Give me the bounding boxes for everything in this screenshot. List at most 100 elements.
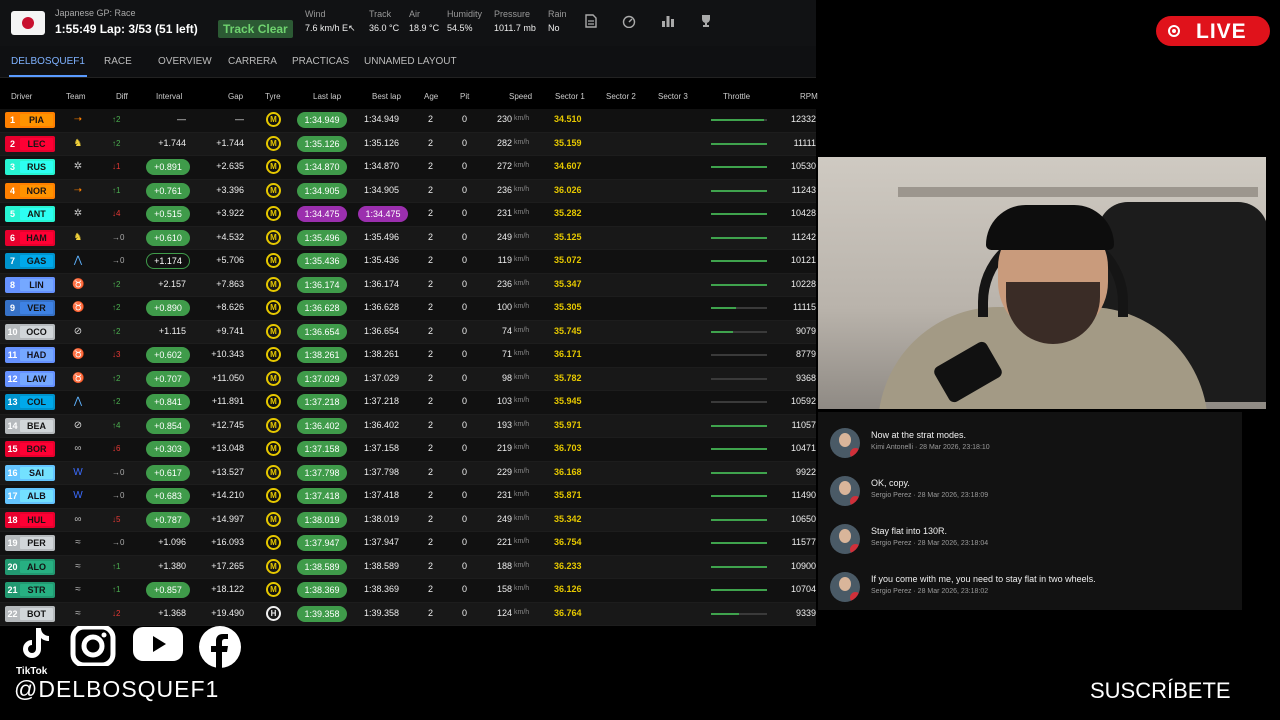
table-row[interactable]: 7 GAS ⋀ →0 +1.174 +5.706 M 1:35.436 1:35…	[0, 250, 816, 274]
rpm-cell: 10650	[790, 513, 816, 524]
best-lap-cell: 1:34.870	[364, 161, 400, 171]
driver-position-badge[interactable]: 1 PIA	[5, 112, 55, 128]
table-row[interactable]: 20 ALO ≈ ↑1 +1.380 +17.265 M 1:38.589 1:…	[0, 555, 816, 579]
table-row[interactable]: 2 LEC ♞ ↑2 +1.744 +1.744 M 1:35.126 1:35…	[0, 132, 816, 156]
last-lap-cell: 1:37.418	[297, 488, 347, 504]
tab-unnamed-layout[interactable]: UNNAMED LAYOUT	[364, 56, 457, 67]
col-sector-3[interactable]: Sector 3	[658, 92, 688, 101]
table-row[interactable]: 5 ANT ✲ ↓4 +0.515 +3.922 M 1:34.475 1:34…	[0, 203, 816, 227]
driver-position-badge[interactable]: 19 PER	[5, 535, 55, 551]
col-rpm[interactable]: RPM	[800, 92, 818, 101]
driver-position-badge[interactable]: 11 HAD	[5, 347, 55, 363]
gap-cell: +14.997	[211, 513, 244, 524]
driver-position-badge[interactable]: 4 NOR	[5, 182, 55, 199]
driver-position-badge[interactable]: 10 OCO	[5, 323, 55, 340]
table-row[interactable]: 17 ALB W →0 +0.683 +14.210 M 1:37.418 1:…	[0, 485, 816, 509]
tyre-compound-icon: M	[266, 323, 281, 339]
radio-message[interactable]: Now at the strat modes. Kimi Antonelli ·…	[830, 426, 1230, 466]
table-row[interactable]: 8 LIN ♉ ↑2 +2.157 +7.863 M 1:36.174 1:36…	[0, 273, 816, 297]
gap-cell: +5.706	[216, 255, 244, 265]
weather-pressure: Pressure 1011.7 mb	[494, 9, 536, 33]
sector-1-cell: 35.342	[554, 513, 582, 524]
driver-position-badge[interactable]: 20 ALO	[5, 558, 55, 575]
driver-position-badge[interactable]: 6 HAM	[5, 229, 55, 246]
col-sector-2[interactable]: Sector 2	[606, 92, 636, 101]
rpm-cell: 10428	[790, 208, 816, 218]
driver-code: STR	[20, 584, 53, 596]
interval-cell: +1.744	[158, 137, 186, 148]
driver-position-badge[interactable]: 17 ALB	[5, 488, 55, 504]
youtube-icon[interactable]	[132, 626, 184, 669]
driver-position-badge[interactable]: 9 VER	[5, 300, 55, 316]
interval-cell: +0.890	[146, 300, 190, 316]
driver-position-badge[interactable]: 16 SAI	[5, 464, 55, 481]
driver-code: ANT	[20, 208, 53, 220]
table-row[interactable]: 1 PIA ➝ ↑2 — — M 1:34.949 1:34.949 2 0 2…	[0, 109, 816, 133]
table-row[interactable]: 11 HAD ♉ ↓3 +0.602 +10.343 M 1:38.261 1:…	[0, 344, 816, 368]
table-row[interactable]: 9 VER ♉ ↑2 +0.890 +8.626 M 1:36.628 1:36…	[0, 297, 816, 321]
table-row[interactable]: 16 SAI W →0 +0.617 +13.527 M 1:37.798 1:…	[0, 461, 816, 485]
subscribe-text[interactable]: SUSCRÍBETE	[1090, 678, 1231, 704]
driver-position-badge[interactable]: 8 LIN	[5, 276, 55, 293]
col-tyre[interactable]: Tyre	[265, 92, 281, 101]
radio-message[interactable]: If you come with me, you need to stay fl…	[830, 570, 1230, 610]
col-sector-1[interactable]: Sector 1	[555, 92, 585, 101]
facebook-icon[interactable]	[196, 626, 244, 673]
table-row[interactable]: 14 BEA ⊘ ↑4 +0.854 +12.745 M 1:36.402 1:…	[0, 414, 816, 438]
tab-practicas[interactable]: PRACTICAS	[292, 56, 349, 67]
table-row[interactable]: 21 STR ≈ ↑1 +0.857 +18.122 M 1:38.369 1:…	[0, 579, 816, 603]
bar-chart-icon[interactable]	[661, 14, 675, 28]
radio-message[interactable]: Stay flat into 130R. Sergio Perez · 28 M…	[830, 522, 1230, 562]
last-lap-cell: 1:38.261	[297, 347, 347, 363]
col-gap[interactable]: Gap	[228, 92, 243, 101]
driver-position-badge[interactable]: 22 BOT	[5, 605, 55, 622]
table-row[interactable]: 15 BOR ∞ ↓6 +0.303 +13.048 M 1:37.158 1:…	[0, 438, 816, 462]
trophy-icon[interactable]	[699, 14, 713, 28]
table-row[interactable]: 13 COL ⋀ ↑2 +0.841 +11.891 M 1:37.218 1:…	[0, 391, 816, 415]
driver-position-badge[interactable]: 13 COL	[5, 394, 55, 410]
col-age[interactable]: Age	[424, 92, 438, 101]
table-row[interactable]: 12 LAW ♉ ↑2 +0.707 +11.050 M 1:37.029 1:…	[0, 367, 816, 391]
table-row[interactable]: 6 HAM ♞ →0 +0.610 +4.532 M 1:35.496 1:35…	[0, 226, 816, 250]
col-last-lap[interactable]: Last lap	[313, 92, 341, 101]
speed-unit: km/h	[514, 444, 530, 451]
tab-delbosquef1[interactable]: DELBOSQUEF1	[9, 56, 87, 77]
speedometer-icon[interactable]	[622, 14, 636, 29]
col-pit[interactable]: Pit	[460, 92, 469, 101]
radio-message[interactable]: OK, copy. Sergio Perez · 28 Mar 2026, 23…	[830, 474, 1230, 514]
tab-carrera[interactable]: CARRERA	[228, 56, 277, 67]
bull-icon: ♉	[72, 278, 85, 290]
col-diff[interactable]: Diff	[116, 92, 128, 101]
col-best-lap[interactable]: Best lap	[372, 92, 401, 101]
col-speed[interactable]: Speed	[509, 92, 532, 101]
driver-position-badge[interactable]: 5 ANT	[5, 206, 55, 222]
col-interval[interactable]: Interval	[156, 92, 182, 101]
driver-position-badge[interactable]: 12 LAW	[5, 370, 55, 387]
tyre-compound-icon: M	[266, 441, 281, 456]
col-team[interactable]: Team	[66, 92, 86, 101]
driver-position-badge[interactable]: 18 HUL	[5, 511, 55, 528]
table-row[interactable]: 4 NOR ➝ ↑1 +0.761 +3.396 M 1:34.905 1:34…	[0, 179, 816, 203]
table-row[interactable]: 19 PER ≈ →0 +1.096 +16.093 M 1:37.947 1:…	[0, 532, 816, 556]
driver-position-badge[interactable]: 3 RUS	[5, 159, 55, 175]
sector-1-cell: 35.282	[554, 208, 582, 218]
table-row[interactable]: 3 RUS ✲ ↓1 +0.891 +2.635 M 1:34.870 1:34…	[0, 156, 816, 180]
driver-position-badge[interactable]: 21 STR	[5, 582, 55, 598]
driver-position-badge[interactable]: 7 GAS	[5, 253, 55, 269]
tiktok-icon[interactable]: TikTok	[16, 626, 54, 677]
driver-position-badge[interactable]: 2 LEC	[5, 135, 55, 152]
driver-position-badge[interactable]: 14 BEA	[5, 417, 55, 434]
table-row[interactable]: 18 HUL ∞ ↓5 +0.787 +14.997 M 1:38.019 1:…	[0, 508, 816, 532]
last-lap-cell: 1:37.029	[297, 370, 347, 387]
tab-race[interactable]: RACE	[104, 56, 132, 67]
table-row[interactable]: 22 BOT ≈ ↓2 +1.368 +19.490 H 1:39.358 1:…	[0, 602, 816, 626]
tab-overview[interactable]: OVERVIEW	[158, 56, 212, 67]
document-icon[interactable]	[584, 14, 598, 28]
rpm-cell: 12332	[790, 114, 816, 124]
radio-message-text: Stay flat into 130R.	[871, 526, 948, 536]
col-driver[interactable]: Driver	[11, 92, 32, 101]
table-row[interactable]: 10 OCO ⊘ ↑2 +1.115 +9.741 M 1:36.654 1:3…	[0, 320, 816, 344]
instagram-icon[interactable]	[69, 624, 117, 671]
col-throttle[interactable]: Throttle	[723, 92, 750, 101]
driver-position-badge[interactable]: 15 BOR	[5, 441, 55, 457]
